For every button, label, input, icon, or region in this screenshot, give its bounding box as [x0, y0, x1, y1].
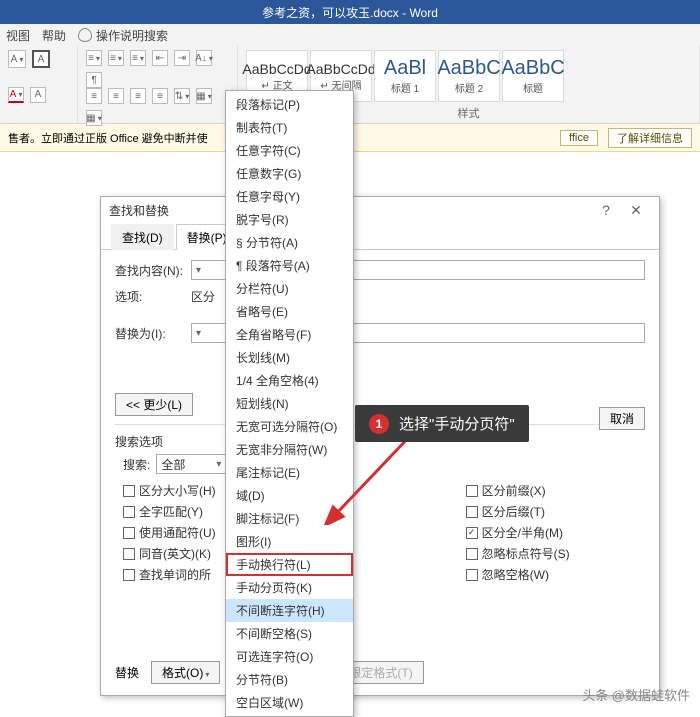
menu-item[interactable]: 可选连字符(O)	[226, 645, 353, 668]
options-label: 选项:	[115, 288, 185, 305]
left-options-col: 区分大小写(H) 全字匹配(Y) 使用通配符(U) 同音(英文)(K) 查找单词…	[123, 482, 216, 583]
menu-item[interactable]: § 分节符(A)	[226, 231, 353, 254]
menu-item[interactable]: 域(D)	[226, 484, 353, 507]
menu-item[interactable]: 短划线(N)	[226, 392, 353, 415]
menu-item[interactable]: 手动分页符(K)	[226, 576, 353, 599]
infobar-msg: 售者。立即通过正版 Office 避免中断并使	[8, 130, 208, 146]
chk-whole-word[interactable]: 全字匹配(Y)	[123, 503, 216, 520]
replace-label: 替换为(I):	[115, 325, 185, 342]
right-options-col: 区分前缀(X) 区分后缀(T) ✓区分全/半角(M) 忽略标点符号(S) 忽略空…	[466, 482, 570, 583]
menu-item[interactable]: 不间断空格(S)	[226, 622, 353, 645]
style-heading1[interactable]: AaBl 标题 1	[374, 50, 436, 102]
font-color-red-icon[interactable]: A	[8, 87, 24, 103]
multilevel-icon[interactable]: ≡	[130, 50, 146, 66]
ribbon-group-font: A A A A	[0, 46, 78, 123]
menu-item[interactable]: 任意数字(G)	[226, 162, 353, 185]
callout-text: 选择"手动分页符"	[399, 413, 515, 434]
menu-item[interactable]: 无宽可选分隔符(O)	[226, 415, 353, 438]
search-dir-label: 搜索:	[123, 456, 150, 473]
align-right-icon[interactable]: ≡	[130, 88, 146, 104]
menu-item[interactable]: ¶ 段落符号(A)	[226, 254, 353, 277]
menu-item[interactable]: 脚注标记(F)	[226, 507, 353, 530]
line-spacing-icon[interactable]: ⇅	[174, 88, 190, 104]
find-label: 查找内容(N):	[115, 262, 185, 279]
align-center-icon[interactable]: ≡	[108, 88, 124, 104]
align-justify-icon[interactable]: ≡	[152, 88, 168, 104]
chk-fullhalf[interactable]: ✓区分全/半角(M)	[466, 524, 570, 541]
menu-item[interactable]: 图形(I)	[226, 530, 353, 553]
search-direction-combo[interactable]: 全部	[156, 454, 226, 474]
menu-item[interactable]: 任意字母(Y)	[226, 185, 353, 208]
less-button[interactable]: << 更少(L)	[115, 393, 193, 416]
tab-find[interactable]: 查找(D)	[111, 224, 174, 250]
borders-icon[interactable]: ▦	[86, 110, 102, 126]
menu-item[interactable]: 制表符(T)	[226, 116, 353, 139]
chk-sounds-like[interactable]: 同音(英文)(K)	[123, 545, 216, 562]
indent-icon[interactable]: ⇥	[174, 50, 190, 66]
bullets-icon[interactable]: ≡	[86, 50, 102, 66]
options-value: 区分	[191, 288, 215, 305]
annotation-callout: 1 选择"手动分页符"	[355, 405, 529, 442]
cancel-button[interactable]: 取消	[599, 407, 645, 430]
chk-prefix[interactable]: 区分前缀(X)	[466, 482, 570, 499]
menu-item[interactable]: 不间断连字符(H)	[226, 599, 353, 622]
ribbon-group-para: ≡ ≡ ≡ ⇤ ⇥ A↓ ¶ ≡ ≡ ≡ ≡ ⇅ ▦ ▦	[78, 46, 238, 123]
chk-word-forms[interactable]: 查找单词的所	[123, 566, 216, 583]
chk-match-case[interactable]: 区分大小写(H)	[123, 482, 216, 499]
chk-space[interactable]: 忽略空格(W)	[466, 566, 570, 583]
infobar-btn-more[interactable]: 了解详细信息	[608, 128, 692, 148]
numbering-icon[interactable]: ≡	[108, 50, 124, 66]
callout-number: 1	[369, 414, 389, 434]
style-title[interactable]: AaBbC 标题	[502, 50, 564, 102]
char-border-icon[interactable]: A	[30, 87, 46, 103]
style-heading2[interactable]: AaBbC 标题 2	[438, 50, 500, 102]
menu-item[interactable]: 全角省略号(F)	[226, 323, 353, 346]
chk-suffix[interactable]: 区分后缀(T)	[466, 503, 570, 520]
dialog-titlebar: 查找和替换 ? ✕	[101, 197, 659, 223]
dialog-title-text: 查找和替换	[109, 202, 169, 219]
menu-item[interactable]: 分节符(B)	[226, 668, 353, 691]
menu-item[interactable]: 段落标记(P)	[226, 93, 353, 116]
menu-item[interactable]: 空白区域(W)	[226, 691, 353, 714]
sort-icon[interactable]: A↓	[196, 50, 212, 66]
menu-item[interactable]: 尾注标记(E)	[226, 461, 353, 484]
doc-title: 参考之资，可以攻玉.docx - Word	[262, 4, 438, 21]
menu-item[interactable]: 手动换行符(L)	[226, 553, 353, 576]
chk-punct[interactable]: 忽略标点符号(S)	[466, 545, 570, 562]
tell-me-label: 操作说明搜索	[96, 27, 168, 44]
titlebar: 参考之资，可以攻玉.docx - Word	[0, 0, 700, 24]
text-box-icon[interactable]: A	[32, 50, 50, 68]
chk-wildcards[interactable]: 使用通配符(U)	[123, 524, 216, 541]
help-button[interactable]: ?	[591, 202, 621, 218]
bulb-icon	[78, 28, 92, 42]
infobar-btn-office[interactable]: ffice	[560, 130, 598, 146]
font-color-icon[interactable]: A	[8, 50, 26, 68]
ribbon-tabs: 视图 帮助 操作说明搜索	[0, 24, 700, 46]
find-replace-dialog: 查找和替换 ? ✕ 查找(D) 替换(P) 查找内容(N): 选项: 区分 替换…	[100, 196, 660, 696]
menu-item[interactable]: 任意字符(C)	[226, 139, 353, 162]
menu-item[interactable]: 1/4 全角空格(4)	[226, 369, 353, 392]
align-left-icon[interactable]: ≡	[86, 88, 102, 104]
tab-view[interactable]: 视图	[6, 27, 30, 44]
pilcrow-icon[interactable]: ¶	[86, 72, 102, 88]
outdent-icon[interactable]: ⇤	[152, 50, 168, 66]
menu-item[interactable]: 无宽非分隔符(W)	[226, 438, 353, 461]
tab-help[interactable]: 帮助	[42, 27, 66, 44]
menu-item[interactable]: 长划线(M)	[226, 346, 353, 369]
menu-item[interactable]: 省略号(E)	[226, 300, 353, 323]
tell-me-search[interactable]: 操作说明搜索	[78, 27, 168, 44]
bottom-section-label: 替换	[115, 664, 139, 681]
shading-icon[interactable]: ▦	[196, 88, 212, 104]
dialog-tabs: 查找(D) 替换(P)	[101, 223, 659, 250]
special-format-menu: 段落标记(P)制表符(T)任意字符(C)任意数字(G)任意字母(Y)脱字号(R)…	[225, 90, 354, 717]
menu-item[interactable]: 分栏符(U)	[226, 277, 353, 300]
menu-item[interactable]: 脱字号(R)	[226, 208, 353, 231]
watermark: 头条 @数据蛙软件	[582, 685, 690, 704]
close-button[interactable]: ✕	[621, 202, 651, 219]
format-button[interactable]: 格式(O)	[151, 661, 220, 684]
